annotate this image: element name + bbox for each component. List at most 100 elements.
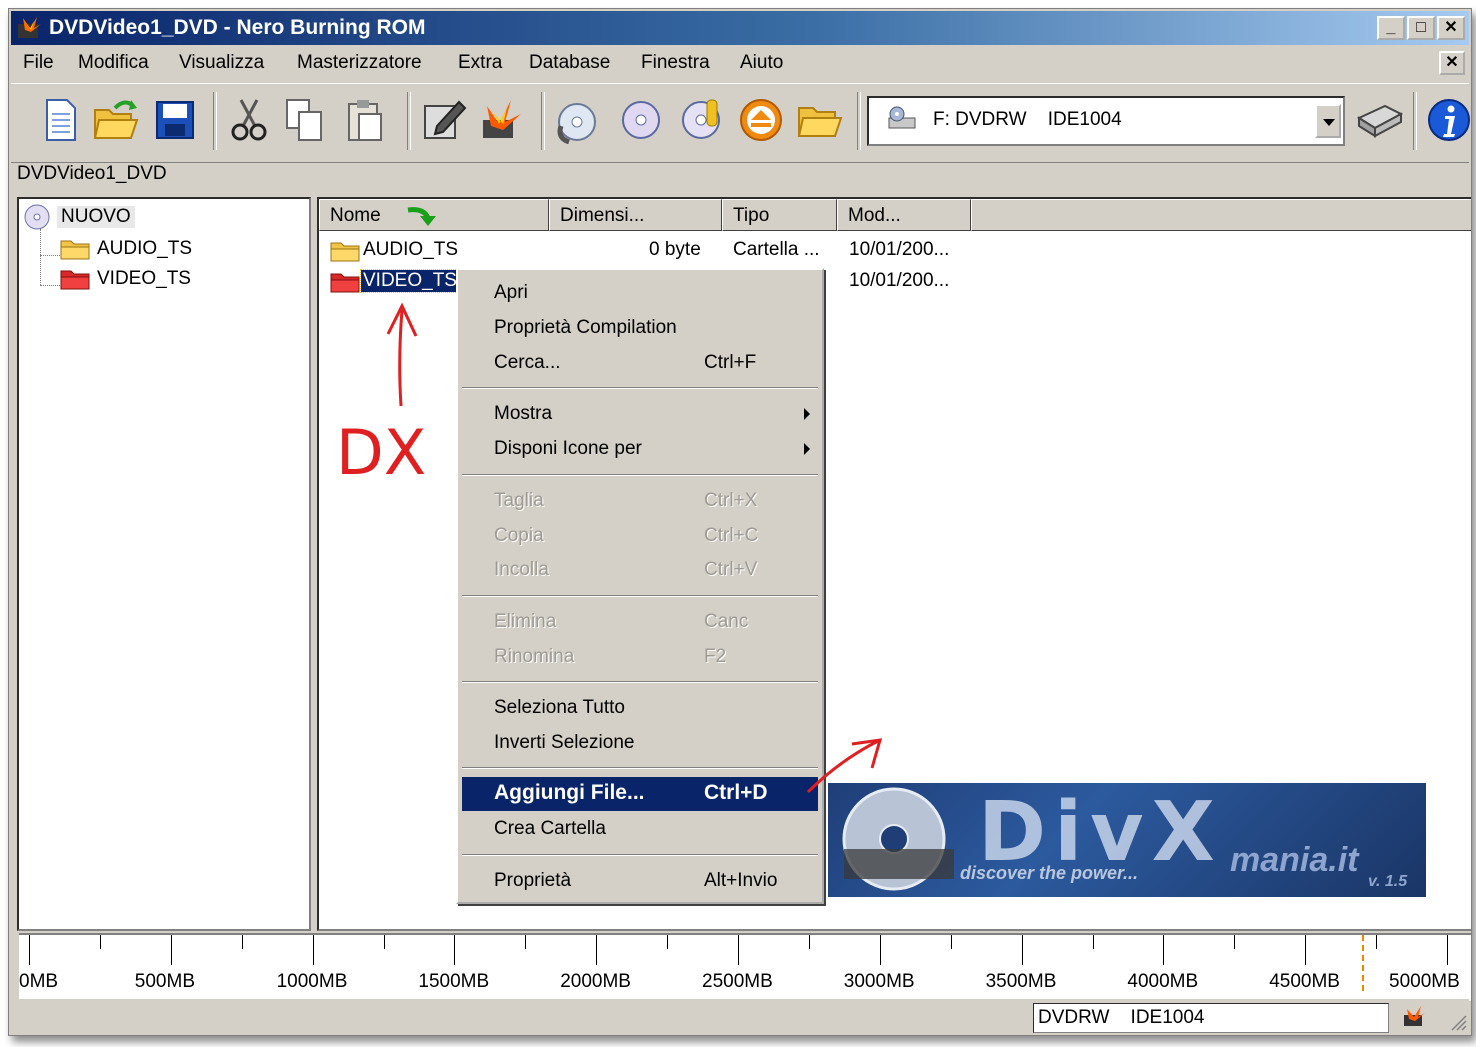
row-name: AUDIO_TS bbox=[363, 239, 459, 260]
ruler-label: 5000MB bbox=[1389, 971, 1460, 992]
new-document-icon[interactable] bbox=[37, 96, 85, 144]
cut-icon[interactable] bbox=[225, 96, 273, 144]
menu-item-crea-cartella[interactable]: Crea Cartella bbox=[462, 812, 818, 846]
menu-item-proprieta-compilation[interactable]: Proprietà Compilation bbox=[462, 311, 818, 345]
disc-info-icon[interactable] bbox=[677, 96, 725, 144]
minimize-button[interactable]: _ bbox=[1377, 16, 1405, 40]
menu-item-label: Rinomina bbox=[494, 646, 575, 667]
menu-item-apri[interactable]: Apri bbox=[462, 276, 818, 310]
document-close-button[interactable]: ✕ bbox=[1439, 51, 1465, 75]
drive-select[interactable]: F: DVDRW IDE1004 bbox=[867, 96, 1345, 146]
toolbar-separator bbox=[541, 92, 545, 150]
drive-dropdown-button[interactable] bbox=[1315, 104, 1341, 138]
column-header-modified[interactable]: Mod... bbox=[837, 199, 971, 231]
ruler-tick bbox=[1234, 935, 1236, 949]
menu-modifica[interactable]: Modifica bbox=[78, 52, 149, 74]
menu-item-label: Proprietà bbox=[494, 870, 572, 891]
ruler-tick bbox=[1021, 935, 1023, 965]
paste-icon[interactable] bbox=[341, 96, 389, 144]
status-drive: DVDRW IDE1004 bbox=[1033, 1003, 1389, 1033]
disc-icon bbox=[24, 204, 50, 230]
row-name: VIDEO_TS bbox=[360, 269, 460, 293]
save-icon[interactable] bbox=[151, 96, 199, 144]
menu-item-taglia: Taglia Ctrl+X bbox=[462, 484, 818, 518]
ruler-tick bbox=[1447, 935, 1448, 965]
ruler-tick bbox=[1305, 935, 1307, 965]
info-icon[interactable] bbox=[1425, 96, 1472, 144]
column-header-label: Nome bbox=[330, 205, 381, 226]
ruler-tick bbox=[808, 935, 810, 949]
menu-item-disponi-icone[interactable]: Disponi Icone per bbox=[462, 432, 818, 466]
close-button[interactable]: ✕ bbox=[1437, 16, 1465, 40]
row-modified: 10/01/200... bbox=[849, 270, 950, 291]
ruler-tick bbox=[99, 935, 101, 949]
ruler-tick bbox=[241, 935, 243, 949]
tree-item-label: NUOVO bbox=[57, 206, 135, 228]
drive-icon[interactable] bbox=[1355, 96, 1403, 144]
menu-item-label: Disponi Icone per bbox=[494, 438, 642, 459]
menu-item-label: Seleziona Tutto bbox=[494, 697, 625, 718]
title-bar[interactable]: DVDVideo1_DVD - Nero Burning ROM _ □ ✕ bbox=[11, 11, 1469, 45]
browse-folder-icon[interactable] bbox=[795, 96, 843, 144]
status-bar: DVDRW IDE1004 bbox=[11, 999, 1469, 1033]
divx-mania-banner: DivX discover the power... mania.it v. 1… bbox=[828, 783, 1426, 897]
ruler-label: 500MB bbox=[134, 971, 195, 992]
menu-item-inverti-selezione[interactable]: Inverti Selezione bbox=[462, 726, 818, 760]
menu-extra[interactable]: Extra bbox=[458, 52, 502, 74]
window-title: DVDVideo1_DVD - Nero Burning ROM bbox=[49, 16, 426, 39]
menu-item-rinomina: Rinomina F2 bbox=[462, 640, 818, 674]
burn-icon[interactable] bbox=[477, 96, 525, 144]
menu-separator bbox=[462, 474, 818, 476]
folder-tree[interactable]: NUOVO AUDIO_TS VIDEO_TS bbox=[17, 197, 311, 931]
maximize-button[interactable]: □ bbox=[1407, 16, 1435, 40]
copy-disc-icon[interactable] bbox=[555, 96, 603, 144]
menu-visualizza[interactable]: Visualizza bbox=[179, 52, 264, 74]
ruler-tick bbox=[879, 935, 881, 965]
menu-item-label: Copia bbox=[494, 525, 544, 546]
copy-icon[interactable] bbox=[281, 96, 329, 144]
sort-arrow-icon bbox=[407, 207, 436, 226]
column-header-name[interactable]: Nome bbox=[319, 199, 549, 231]
column-header-type[interactable]: Tipo bbox=[722, 199, 837, 231]
ruler-tick bbox=[454, 935, 456, 965]
menu-item-shortcut: Canc bbox=[704, 611, 749, 632]
row-modified: 10/01/200... bbox=[849, 239, 950, 260]
submenu-arrow-icon bbox=[804, 443, 810, 455]
dvd-disc-icon bbox=[842, 787, 954, 891]
ruler-tick bbox=[1376, 935, 1378, 949]
toolbar-separator bbox=[857, 92, 861, 150]
column-header-label: Dimensi... bbox=[560, 205, 645, 226]
menu-file[interactable]: File bbox=[23, 52, 54, 74]
eject-icon[interactable] bbox=[737, 96, 785, 144]
menu-item-cerca[interactable]: Cerca... Ctrl+F bbox=[462, 346, 818, 380]
menu-masterizzatore[interactable]: Masterizzatore bbox=[297, 52, 422, 74]
open-folder-icon[interactable] bbox=[91, 96, 139, 144]
menu-item-aggiungi-file[interactable]: Aggiungi File... Ctrl+D bbox=[462, 777, 818, 811]
column-header-size[interactable]: Dimensi... bbox=[549, 199, 722, 231]
ruler-tick bbox=[667, 935, 669, 949]
menu-item-shortcut: Ctrl+C bbox=[704, 525, 759, 546]
menu-item-label: Elimina bbox=[494, 611, 557, 632]
menu-finestra[interactable]: Finestra bbox=[641, 52, 710, 74]
ruler-tick bbox=[383, 935, 385, 949]
list-row[interactable]: AUDIO_TS 0 byte Cartella ... 10/01/200..… bbox=[319, 235, 1471, 265]
menu-item-proprieta[interactable]: Proprietà Alt+Invio bbox=[462, 864, 818, 898]
dvd-capacity-marker bbox=[1361, 935, 1364, 991]
menu-item-shortcut: Ctrl+V bbox=[704, 559, 758, 580]
tree-connector bbox=[40, 229, 41, 285]
column-header-empty bbox=[971, 199, 1471, 231]
menu-item-label: Incolla bbox=[494, 559, 549, 580]
ruler-label: 3500MB bbox=[985, 971, 1057, 992]
menu-item-label: Mostra bbox=[494, 403, 553, 424]
ruler-tick bbox=[170, 935, 172, 965]
menu-aiuto[interactable]: Aiuto bbox=[740, 52, 783, 74]
menu-database[interactable]: Database bbox=[529, 52, 610, 74]
resize-grip-icon[interactable] bbox=[1449, 1013, 1467, 1031]
ruler-label: 3000MB bbox=[843, 971, 915, 992]
write-compilation-icon[interactable] bbox=[419, 96, 467, 144]
ruler-tick bbox=[1092, 935, 1094, 949]
menu-item-mostra[interactable]: Mostra bbox=[462, 397, 818, 431]
menu-item-seleziona-tutto[interactable]: Seleziona Tutto bbox=[462, 691, 818, 725]
folder-icon bbox=[330, 242, 360, 262]
view-disc-icon[interactable] bbox=[617, 96, 665, 144]
